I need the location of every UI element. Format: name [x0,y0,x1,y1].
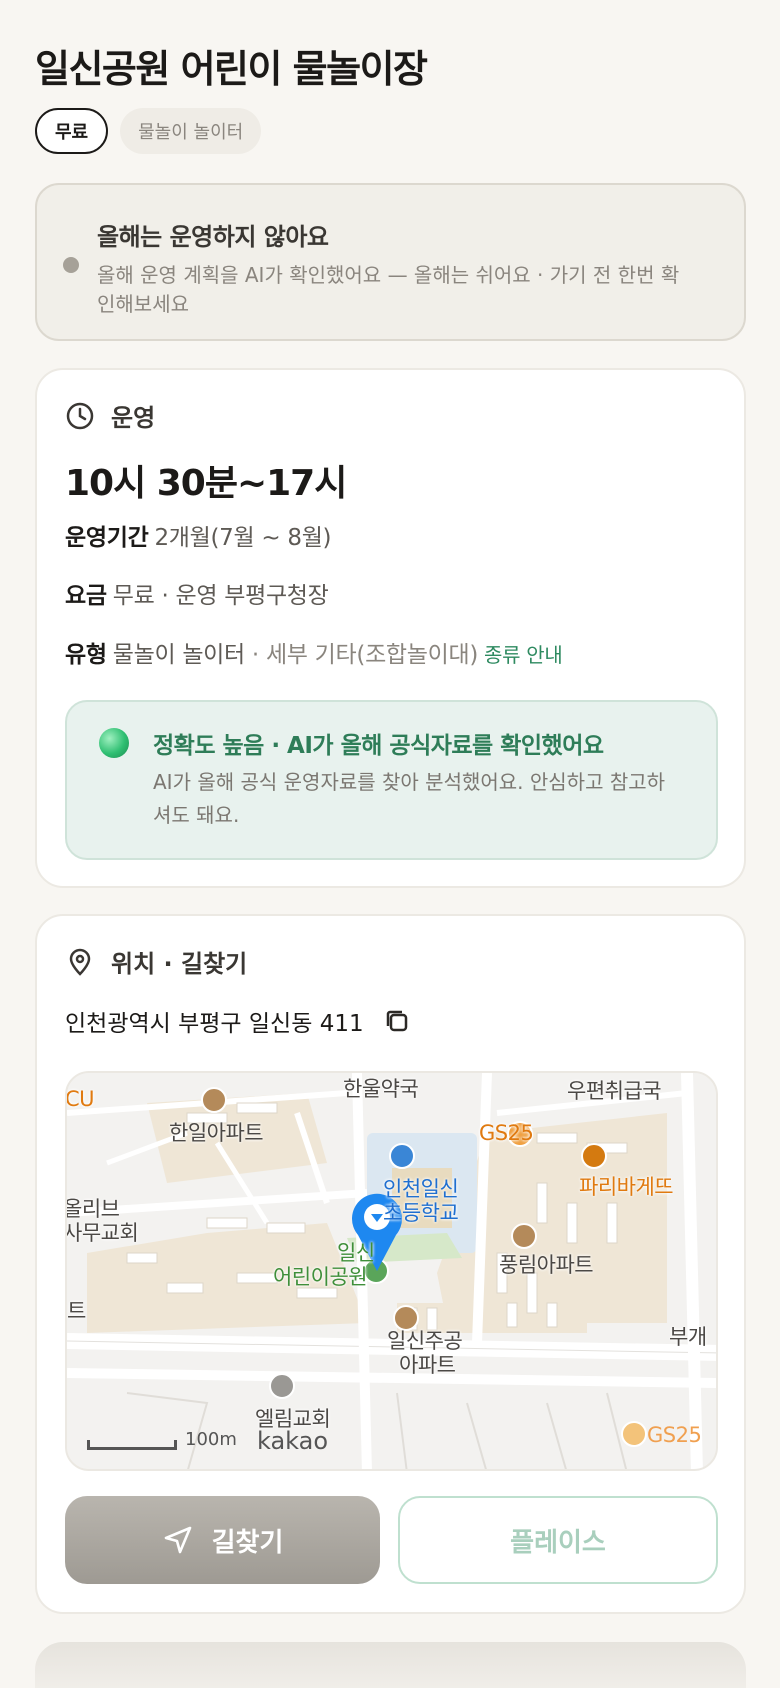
fee-value: 무료 · 운영 부평구청장 [112,583,329,609]
church-poi-icon [269,1373,295,1399]
map-scale-label: 100m [185,1429,237,1450]
tag-chips: 무료 물놀이 놀이터 [35,108,262,154]
notice-body: 올해 운영 계획을 AI가 확인했어요 — 올해는 쉬어요 · 가기 전 한번 … [97,263,680,316]
map-label-gs25-bottom: GS25 [647,1423,702,1447]
kakao-logo: kakao [257,1427,329,1455]
map-label-pungrim: 풍림아파트 [499,1253,594,1277]
place-button[interactable]: 플레이스 [398,1496,718,1584]
navigate-arrow-icon [164,1526,191,1554]
location-card: 위치 · 길찾기 인천광역시 부평구 일신동 411 CU 한울약국 우편취급국… [35,914,746,1614]
directions-label: 길찾기 [211,1527,284,1558]
page-title: 일신공원 어린이 물놀이장 [35,47,428,91]
operation-heading: 운영 [65,398,155,433]
pungrim-poi-icon [511,1223,537,1249]
map-label-gs25-top: GS25 [479,1121,534,1145]
map-label-school-2: 초등학교 [383,1201,459,1225]
location-heading-label: 위치 · 길찾기 [111,950,248,978]
accuracy-orb-icon [99,728,129,758]
type-detail: · 세부 기타(조합놀이대) [244,642,479,668]
map-view[interactable]: CU 한울약국 우편취급국 한일아파트 GS25 파리바게뜨 인천일신 초등학교… [65,1071,718,1471]
directions-button[interactable]: 길찾기 [65,1496,380,1584]
address-row: 인천광역시 부평구 일신동 411 [65,1004,412,1038]
map-label-jugong-2: 아파트 [399,1353,456,1377]
map-label-bugae: 부개 [669,1325,707,1349]
school-poi-icon [389,1143,415,1169]
map-scale-bar [87,1440,177,1450]
map-scale: 100m [87,1429,237,1450]
type-row: 유형 물놀이 놀이터 · 세부 기타(조합놀이대) 종류 안내 [65,635,563,669]
period-label: 운영기간 [65,525,149,551]
operation-heading-label: 운영 [111,404,156,432]
type-value: 물놀이 놀이터 [112,642,245,668]
address-text: 인천광역시 부평구 일신동 411 [65,1011,364,1037]
period-row: 운영기간 2개월(7월 ~ 8월) [65,518,332,552]
next-card-peek [35,1642,746,1688]
fee-row: 요금 무료 · 운영 부평구청장 [65,576,329,610]
apartment-poi-icon [201,1087,227,1113]
map-label-cu: CU [65,1087,95,1111]
operation-hours: 10시 30분~17시 [65,463,347,504]
accuracy-box: 정확도 높음 · AI가 올해 공식자료를 확인했어요 AI가 올해 공식 운영… [65,700,718,860]
period-value: 2개월(7월 ~ 8월) [154,525,332,551]
operation-card: 운영 10시 30분~17시 운영기간 2개월(7월 ~ 8월) 요금 무료 · 운… [35,368,746,888]
bakery-poi-icon [581,1143,607,1169]
location-pin-icon [69,948,91,976]
map-label-hanil: 한일아파트 [169,1121,264,1145]
chip-free[interactable]: 무료 [35,108,109,154]
gs25-bottom-poi-icon [621,1421,647,1447]
clock-icon [66,402,94,429]
type-label: 유형 [65,642,107,668]
map-label-post: 우편취급국 [567,1079,662,1103]
accuracy-body: AI가 올해 공식 운영자료를 찾아 분석했어요. 안심하고 참고하셔도 돼요. [153,770,666,827]
map-label-park-2: 어린이공원 [273,1265,368,1289]
copy-icon[interactable] [382,1006,412,1036]
status-dot-icon [63,257,79,273]
status-notice: 올해는 운영하지 않아요 올해 운영 계획을 AI가 확인했어요 — 올해는 쉬… [35,183,746,341]
location-heading: 위치 · 길찾기 [65,944,247,979]
map-label-olive-2: 사무교회 [65,1221,139,1245]
map-label-hanul: 한울약국 [343,1077,419,1101]
accuracy-title: 정확도 높음 · AI가 올해 공식자료를 확인했어요 [153,733,604,759]
chip-type[interactable]: 물놀이 놀이터 [120,108,262,154]
map-label-paris: 파리바게뜨 [579,1175,674,1199]
fee-label: 요금 [65,583,107,609]
map-label-te: 트 [67,1299,86,1323]
notice-title: 올해는 운영하지 않아요 [97,223,329,251]
type-guide-link[interactable]: 종류 안내 [484,643,563,667]
